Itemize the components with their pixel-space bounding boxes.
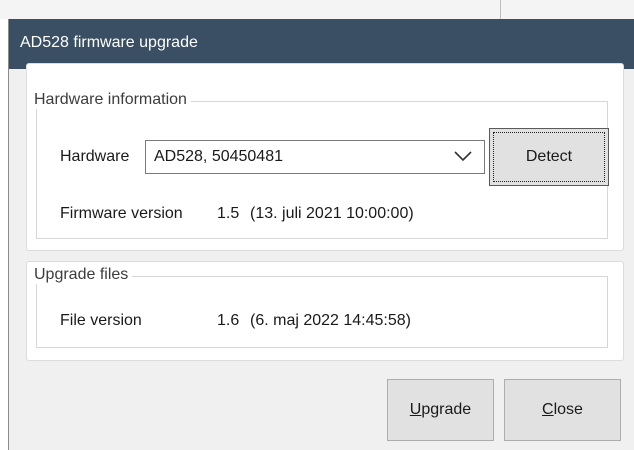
chevron-down-icon [454,151,472,162]
close-button-label: Close [542,401,583,419]
detect-button-label: Detect [525,148,573,165]
close-button[interactable]: Close [504,379,621,441]
firmware-date-value: (13. juli 2021 10:00:00) [250,205,414,222]
hardware-label: Hardware [60,148,130,165]
window-title: AD528 firmware upgrade [20,34,198,51]
detect-button[interactable]: Detect [489,128,609,186]
upgrade-group-legend: Upgrade files [30,266,133,284]
upgrade-button-label: Upgrade [410,401,471,419]
file-date-value: (6. maj 2022 14:45:58) [250,312,411,329]
file-version-label: File version [60,312,142,329]
close-label-rest: lose [553,401,583,418]
upgrade-mnemonic: U [409,401,422,418]
hardware-dropdown-value: AD528, 50450481 [154,148,283,165]
firmware-version-value: 1.5 [217,205,240,222]
upgrade-label-rest: pgrade [421,401,472,418]
upgrade-button[interactable]: Upgrade [387,379,494,441]
background-window-strip [0,0,634,19]
firmware-version-label: Firmware version [60,205,183,222]
hardware-group-legend: Hardware information [30,91,191,109]
file-version-value: 1.6 [217,312,240,329]
background-divider [500,0,501,19]
title-bar[interactable]: AD528 firmware upgrade [9,19,634,69]
close-mnemonic: C [542,401,554,418]
hardware-dropdown[interactable]: AD528, 50450481 [145,140,485,174]
